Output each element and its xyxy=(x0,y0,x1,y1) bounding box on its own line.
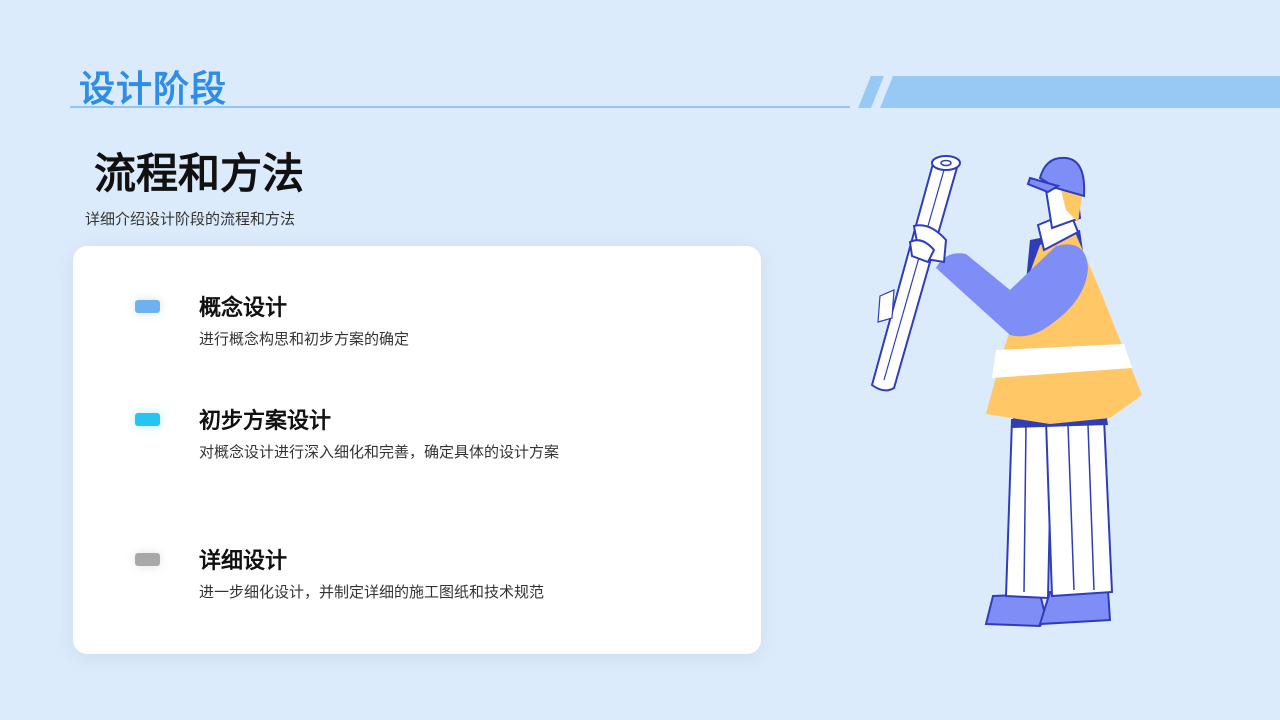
slide-subtitle: 详细介绍设计阶段的流程和方法 xyxy=(85,210,296,228)
worker-holding-blueprint-icon xyxy=(870,155,1142,628)
steps-card: 概念设计 进行概念构思和初步方案的确定 初步方案设计 对概念设计进行深入细化和完… xyxy=(73,246,761,654)
step-description-2: 对概念设计进行深入细化和完善，确定具体的设计方案 xyxy=(199,443,560,461)
step-title-2: 初步方案设计 xyxy=(199,409,332,434)
step-marker-2 xyxy=(135,413,160,426)
slide-title: 流程和方法 xyxy=(94,149,305,198)
step-title-3: 详细设计 xyxy=(199,549,288,574)
step-title-1: 概念设计 xyxy=(199,296,288,321)
header-stripe-decoration xyxy=(858,76,1280,108)
step-marker-3 xyxy=(135,553,160,566)
step-marker-1 xyxy=(135,300,160,313)
step-description-3: 进一步细化设计，并制定详细的施工图纸和技术规范 xyxy=(199,583,545,601)
step-description-1: 进行概念构思和初步方案的确定 xyxy=(199,330,410,348)
